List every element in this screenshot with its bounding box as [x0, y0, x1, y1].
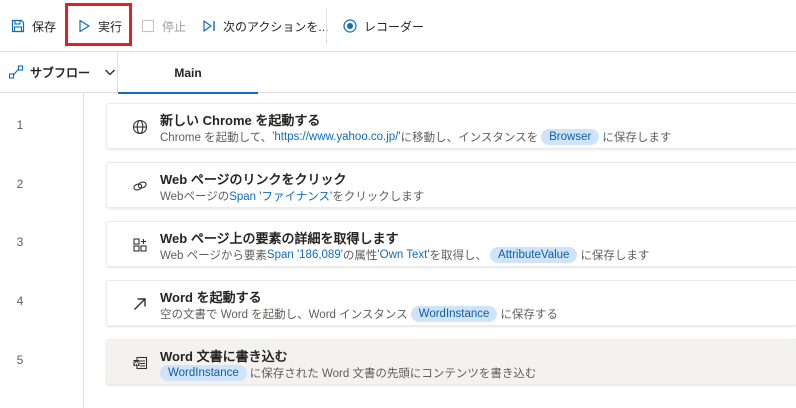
element-details-icon [131, 236, 149, 254]
line-number: 1 [16, 118, 24, 132]
variable-chip[interactable]: Browser [541, 129, 600, 145]
flow-step[interactable]: Web ページ上の要素の詳細を取得します Web ページから要素 Span '1… [106, 221, 796, 267]
flow-step[interactable]: Word 文書に書き込む WordInstance に保存された Word 文書の… [106, 339, 796, 385]
desc-text: に保存する [500, 309, 558, 321]
desc-text: Webページの [160, 191, 230, 203]
attribute-literal: 'Own Text' [377, 249, 430, 261]
variable-chip[interactable]: WordInstance [410, 306, 498, 322]
desc-text: に移動し、インスタンスを [400, 132, 539, 144]
step-title: Word を起動する [160, 290, 262, 305]
desc-text: に保存します [580, 250, 650, 262]
recorder-label: レコーダー [364, 19, 425, 34]
tab-bar: サブフロー Main [0, 52, 796, 94]
line-number: 5 [16, 353, 24, 367]
save-button[interactable]: 保存 [10, 14, 56, 38]
ui-element-literal: Span 'ファイナンス' [229, 191, 333, 203]
toolbar: 保存 実行 停止 次のアクションを... レコーダー [0, 0, 796, 52]
line-number: 3 [16, 235, 24, 249]
link-icon [131, 177, 149, 195]
step-description: Webページの Span 'ファイナンス' をクリックします [160, 188, 424, 204]
line-number-gutter: 1 2 3 4 5 [0, 93, 84, 408]
desc-text: の属性 [342, 250, 378, 262]
line-number: 4 [16, 294, 24, 308]
desc-text: に保存された Word 文書の先頭にコンテンツを書き込む [249, 368, 537, 380]
desc-text: 空の文書で Word を起動し、Word インスタンス [160, 309, 408, 321]
recorder-button[interactable]: レコーダー [342, 14, 424, 38]
step-title: Web ページ上の要素の詳細を取得します [160, 231, 399, 246]
variable-chip[interactable]: WordInstance [160, 365, 247, 381]
flow-step[interactable]: Web ページのリンクをクリック Webページの Span 'ファイナンス' を… [106, 162, 796, 208]
tab-main[interactable]: Main [118, 52, 258, 94]
step-title: Web ページのリンクをクリック [160, 172, 347, 187]
step-title: 新しい Chrome を起動する [160, 113, 321, 128]
subflow-dropdown[interactable]: サブフロー [8, 62, 116, 82]
run-button[interactable]: 実行 [76, 14, 122, 38]
step-forward-icon [201, 18, 217, 34]
play-icon [76, 18, 92, 34]
subflow-icon [8, 65, 24, 79]
next-action-button[interactable]: 次のアクションを... [201, 14, 328, 38]
variable-chip[interactable]: AttributeValue [490, 247, 578, 263]
toolbar-separator [326, 8, 327, 44]
stop-button[interactable]: 停止 [140, 14, 186, 38]
step-title: Word 文書に書き込む [160, 349, 288, 364]
flow-step[interactable]: Word を起動する 空の文書で Word を起動し、Word インスタンス Wo… [106, 280, 796, 326]
chevron-down-icon [105, 69, 115, 76]
step-description: Chrome を起動して、'https://www.yahoo.co.jp/' … [160, 129, 671, 145]
launch-arrow-icon [131, 295, 149, 313]
step-description: WordInstance に保存された Word 文書の先頭にコンテンツを書き込む [157, 365, 536, 381]
globe-icon [131, 118, 149, 136]
stop-icon [140, 18, 156, 34]
toolbar-separator [66, 8, 67, 44]
word-document-icon [131, 354, 149, 372]
save-icon [10, 18, 26, 34]
subflow-label: サブフロー [30, 65, 91, 80]
desc-text: Web ページから要素 [160, 250, 267, 262]
desc-text: に保存します [602, 132, 672, 144]
flow-step[interactable]: 新しい Chrome を起動する Chrome を起動して、'https://w… [106, 103, 796, 149]
tab-main-label: Main [174, 65, 202, 80]
ui-element-literal: Span '186,089' [266, 249, 343, 261]
run-label: 実行 [98, 19, 123, 34]
step-description: 空の文書で Word を起動し、Word インスタンス WordInstance に… [160, 306, 558, 322]
save-label: 保存 [32, 19, 57, 34]
record-icon [342, 18, 358, 34]
step-description: Web ページから要素 Span '186,089' の属性 'Own Text… [160, 247, 649, 263]
next-action-label: 次のアクションを... [223, 19, 329, 34]
line-number: 2 [16, 177, 24, 191]
stop-label: 停止 [162, 19, 187, 34]
desc-text: をクリックします [332, 191, 425, 203]
desc-text: Chrome を起動して、 [160, 132, 273, 144]
url-literal: 'https://www.yahoo.co.jp/' [272, 131, 401, 143]
desc-text: を取得し、 [429, 250, 488, 262]
